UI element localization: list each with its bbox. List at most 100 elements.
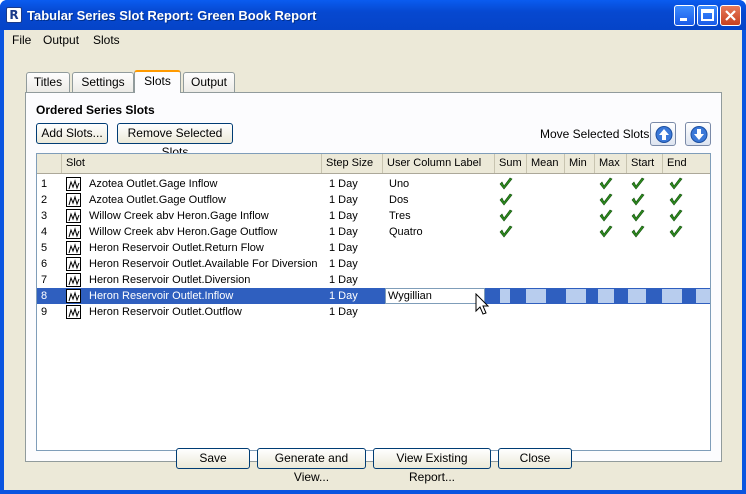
series-slot-icon (66, 257, 81, 271)
slot-name[interactable]: Heron Reservoir Outlet.Diversion (85, 272, 322, 288)
user-column-label-input[interactable]: Wygillian (385, 288, 485, 304)
generate-and-view-button[interactable]: Generate and View... (257, 448, 366, 484)
close-button[interactable]: Close (498, 448, 572, 469)
checkmark-icon[interactable] (631, 209, 645, 223)
col-header-max[interactable]: Max (595, 154, 627, 173)
maximize-button[interactable] (697, 5, 718, 26)
user-column-label[interactable]: Tres (385, 208, 495, 224)
table-row[interactable]: 8 Heron Reservoir Outlet.Inflow 1 Day Wygil… (37, 288, 710, 304)
tab-titles[interactable]: Titles (26, 72, 70, 92)
table-row[interactable]: 5 Heron Reservoir Outlet.Return Flow 1 Day (37, 240, 710, 256)
checkmark-icon[interactable] (499, 209, 513, 223)
row-index: 8 (41, 290, 48, 302)
slot-name[interactable]: Heron Reservoir Outlet.Return Flow (85, 240, 322, 256)
minimize-icon (680, 18, 687, 21)
col-header-start[interactable]: Start (627, 154, 663, 173)
checkmark-icon[interactable] (599, 225, 613, 239)
slot-name[interactable]: Heron Reservoir Outlet.Inflow (85, 288, 322, 304)
row-index: 2 (41, 194, 48, 206)
window-title: Tabular Series Slot Report: Green Book R… (27, 8, 317, 23)
user-column-label[interactable] (385, 272, 495, 288)
user-column-label[interactable]: Dos (385, 192, 495, 208)
col-header-step-size[interactable]: Step Size (322, 154, 383, 173)
row-index: 6 (41, 258, 48, 270)
slot-name[interactable]: Heron Reservoir Outlet.Available For Div… (85, 256, 322, 272)
step-size: 1 Day (329, 194, 358, 206)
row-index: 4 (41, 226, 48, 238)
minimize-button[interactable] (674, 5, 695, 26)
checkmark-icon[interactable] (631, 225, 645, 239)
table-row[interactable]: 7 Heron Reservoir Outlet.Diversion 1 Day (37, 272, 710, 288)
table-row[interactable]: 2 Azotea Outlet.Gage Outflow 1 Day Dos (37, 192, 710, 208)
row-index: 7 (41, 274, 48, 286)
slot-name[interactable]: Heron Reservoir Outlet.Outflow (85, 304, 322, 320)
close-window-button[interactable] (720, 5, 741, 26)
slot-name[interactable]: Azotea Outlet.Gage Inflow (85, 176, 322, 192)
col-header-index (37, 154, 62, 173)
user-column-label[interactable]: Quatro (385, 224, 495, 240)
user-column-label[interactable] (385, 240, 495, 256)
app-icon: R (6, 7, 22, 23)
busy-segment (646, 289, 662, 303)
view-existing-report-button[interactable]: View Existing Report... (373, 448, 491, 484)
checkmark-icon[interactable] (669, 177, 683, 191)
step-size: 1 Day (329, 210, 358, 222)
checkmark-icon[interactable] (499, 193, 513, 207)
col-header-mean[interactable]: Mean (527, 154, 565, 173)
user-column-label[interactable] (385, 256, 495, 272)
checkmark-icon[interactable] (599, 193, 613, 207)
step-size: 1 Day (329, 258, 358, 270)
slot-name[interactable]: Willow Creek abv Heron.Gage Inflow (85, 208, 322, 224)
menu-slots[interactable]: Slots (93, 33, 120, 47)
series-slot-icon (66, 289, 81, 303)
move-down-button[interactable] (685, 122, 711, 146)
table-row[interactable]: 1 Azotea Outlet.Gage Inflow 1 Day Uno (37, 176, 710, 192)
table-row[interactable]: 3 Willow Creek abv Heron.Gage Inflow 1 Day… (37, 208, 710, 224)
table-row[interactable]: 9 Heron Reservoir Outlet.Outflow 1 Day (37, 304, 710, 320)
tab-slots[interactable]: Slots (134, 70, 181, 93)
checkmark-icon[interactable] (631, 193, 645, 207)
tab-settings[interactable]: Settings (72, 72, 134, 92)
arrow-down-icon (690, 126, 708, 143)
row-index: 5 (41, 242, 48, 254)
checkmark-icon[interactable] (599, 177, 613, 191)
row-index: 9 (41, 306, 48, 318)
series-slot-icon (66, 273, 81, 287)
menu-file[interactable]: File (12, 33, 31, 47)
title-bar[interactable]: R Tabular Series Slot Report: Green Book… (0, 0, 746, 30)
menu-output[interactable]: Output (43, 33, 79, 47)
user-column-label[interactable]: Uno (385, 176, 495, 192)
checkmark-icon[interactable] (599, 209, 613, 223)
step-size: 1 Day (329, 242, 358, 254)
row-index: 3 (41, 210, 48, 222)
checkmark-icon[interactable] (669, 209, 683, 223)
busy-segment (614, 289, 628, 303)
busy-segment (510, 289, 526, 303)
step-size: 1 Day (329, 306, 358, 318)
table-row[interactable]: 6 Heron Reservoir Outlet.Available For Di… (37, 256, 710, 272)
slots-table[interactable]: Slot Step Size User Column Label Sum Mea… (36, 153, 711, 451)
checkmark-icon[interactable] (631, 177, 645, 191)
move-selected-label: Move Selected Slots: (540, 127, 653, 141)
checkmark-icon[interactable] (499, 177, 513, 191)
col-header-end[interactable]: End (663, 154, 710, 173)
checkmark-icon[interactable] (669, 193, 683, 207)
step-size: 1 Day (329, 290, 358, 302)
col-header-slot[interactable]: Slot (62, 154, 322, 173)
slot-name[interactable]: Willow Creek abv Heron.Gage Outflow (85, 224, 322, 240)
save-button[interactable]: Save (176, 448, 250, 469)
tab-output[interactable]: Output (183, 72, 235, 92)
remove-selected-slots-button[interactable]: Remove Selected Slots (117, 123, 233, 159)
add-slots-button[interactable]: Add Slots... (36, 123, 108, 144)
window-client: File Output Slots Titles Settings Slots … (4, 30, 742, 490)
step-size: 1 Day (329, 226, 358, 238)
slot-name[interactable]: Azotea Outlet.Gage Outflow (85, 192, 322, 208)
move-up-button[interactable] (650, 122, 676, 146)
checkmark-icon[interactable] (669, 225, 683, 239)
checkmark-icon[interactable] (499, 225, 513, 239)
col-header-sum[interactable]: Sum (495, 154, 527, 173)
col-header-user-column-label[interactable]: User Column Label (383, 154, 495, 173)
table-row[interactable]: 4 Willow Creek abv Heron.Gage Outflow 1 Da… (37, 224, 710, 240)
col-header-min[interactable]: Min (565, 154, 595, 173)
close-icon (725, 10, 736, 21)
